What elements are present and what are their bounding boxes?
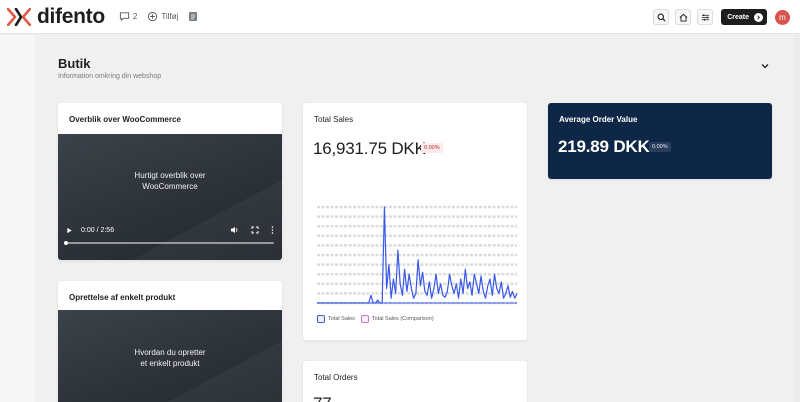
play-icon[interactable]	[66, 227, 73, 234]
new-content-link[interactable]: Tilføj	[147, 11, 178, 22]
section-collapse-toggle[interactable]	[760, 58, 770, 76]
video-progress-knob[interactable]	[64, 241, 68, 245]
create-button[interactable]: Create	[721, 9, 767, 25]
chevron-right-icon	[754, 12, 763, 22]
comments-link[interactable]: 2	[119, 11, 137, 22]
section-title: Butik	[58, 56, 91, 71]
volume-icon[interactable]	[230, 226, 239, 234]
total-sales-card: Total Sales 16,931.75 DKK 0.00% Total Sa…	[303, 103, 527, 340]
legend-item-total-sales[interactable]: Total Sales	[317, 315, 355, 323]
difento-logo-icon	[7, 7, 31, 26]
video-card-single-product: Oprettelse af enkelt produkt Hvordan du …	[58, 281, 282, 402]
fullscreen-icon[interactable]	[251, 226, 259, 234]
total-orders-card: Total Orders 77	[303, 361, 527, 402]
video-controls: 0:00 / 2:56	[58, 220, 282, 260]
create-button-label: Create	[727, 13, 749, 21]
legend-label-primary: Total Sales	[328, 316, 355, 322]
video-card-title: Oprettelse af enkelt produkt	[69, 293, 176, 302]
plus-circle-icon	[148, 11, 158, 22]
section-subtitle: Information omkring din webshop	[58, 73, 162, 80]
home-icon	[679, 13, 688, 22]
left-sidebar-strip	[0, 35, 34, 402]
user-avatar[interactable]: m	[775, 9, 790, 25]
total-sales-title: Total Sales	[314, 115, 354, 124]
average-order-title: Average Order Value	[559, 115, 638, 124]
more-options-icon[interactable]	[271, 226, 274, 234]
legend-item-comparison[interactable]: Total Sales (Comparison)	[360, 315, 434, 323]
average-order-value: 219.89 DKK	[558, 137, 650, 156]
legend-swatch-primary	[317, 315, 325, 323]
chevron-down-icon	[761, 64, 769, 69]
new-content-label: Tilføj	[161, 12, 179, 21]
logo[interactable]: difento	[7, 5, 105, 29]
home-button[interactable]	[675, 9, 692, 25]
average-order-card: Average Order Value 219.89 DKK 0.00%	[548, 103, 772, 179]
video-card-title: Overblik over WooCommerce	[69, 115, 181, 124]
video-caption-line2: et enkelt produkt	[140, 359, 200, 368]
search-button[interactable]	[653, 9, 670, 25]
video-time: 0:00 / 2:56	[81, 226, 115, 234]
scrollbar-track[interactable]	[794, 35, 800, 402]
video-caption-line2: WooCommerce	[142, 182, 198, 191]
video-progress-bar[interactable]	[64, 241, 274, 245]
chart-legend: Total Sales Total Sales (Comparison)	[317, 315, 440, 323]
top-bar: difento 2 Tilføj Create m	[0, 0, 800, 34]
video-caption-line1: Hvordan du opretter	[134, 348, 206, 357]
video-caption-line1: Hurtigt overblik over	[134, 171, 206, 180]
document-icon	[189, 12, 198, 21]
total-sales-value: 16,931.75 DKK	[313, 139, 426, 158]
document-link[interactable]	[188, 11, 198, 22]
total-sales-chart	[317, 205, 518, 305]
video-card-woocommerce: Overblik over WooCommerce Hurtigt overbl…	[58, 103, 282, 260]
total-orders-value: 77	[313, 394, 332, 402]
total-sales-change-badge: 0.00%	[421, 143, 443, 153]
brand-name: difento	[37, 4, 105, 28]
video-player[interactable]: Hurtigt overblik over WooCommerce 0:00 /…	[58, 134, 282, 260]
average-order-change-badge: 0.00%	[649, 142, 671, 152]
video-player[interactable]: Hvordan du opretter et enkelt produkt	[58, 310, 282, 402]
search-icon	[657, 13, 666, 22]
legend-label-comparison: Total Sales (Comparison)	[371, 316, 434, 322]
comment-icon	[119, 12, 129, 22]
settings-button[interactable]	[697, 9, 714, 25]
toolbar-actions: Create m	[647, 0, 790, 34]
legend-swatch-comparison	[360, 315, 369, 323]
total-orders-title: Total Orders	[314, 373, 358, 382]
comments-count: 2	[132, 12, 138, 21]
sliders-icon	[701, 13, 709, 21]
